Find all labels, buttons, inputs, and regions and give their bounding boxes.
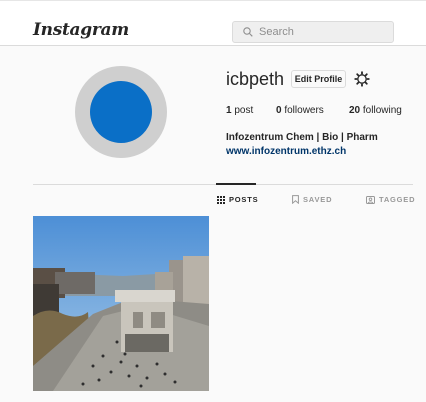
tab-tagged-label: TAGGED [379, 195, 416, 204]
tab-saved[interactable]: SAVED [292, 195, 332, 204]
instagram-logo[interactable]: Instagram [33, 20, 129, 40]
search-box[interactable] [232, 21, 394, 43]
profile-full-name: Infozentrum Chem | Bio | Pharm [226, 132, 378, 143]
profile-username: icbpeth [226, 69, 285, 89]
tag-icon [366, 195, 375, 204]
followers-link[interactable]: 0 followers [276, 105, 324, 116]
avatar-image [90, 81, 152, 143]
search-icon [243, 27, 253, 37]
tab-saved-label: SAVED [303, 195, 333, 204]
campus-photo [33, 216, 209, 391]
active-tab-indicator [216, 183, 256, 185]
profile-avatar[interactable] [75, 66, 167, 158]
top-navigation-bar: Instagram [0, 0, 426, 46]
profile-website-link[interactable]: www.infozentrum.ethz.ch [226, 146, 346, 157]
search-input[interactable] [259, 26, 379, 38]
following-link[interactable]: 20 following [349, 105, 402, 116]
posts-count: 1 post [226, 105, 254, 116]
tab-posts[interactable]: POSTS [217, 195, 258, 204]
tab-posts-label: POSTS [229, 195, 259, 204]
tab-tagged[interactable]: TAGGED [366, 195, 415, 204]
grid-icon [217, 195, 225, 204]
edit-profile-button[interactable]: Edit Profile [291, 70, 346, 88]
gear-icon[interactable] [354, 71, 370, 87]
post-thumbnail[interactable] [33, 216, 209, 391]
bookmark-icon [292, 195, 299, 204]
